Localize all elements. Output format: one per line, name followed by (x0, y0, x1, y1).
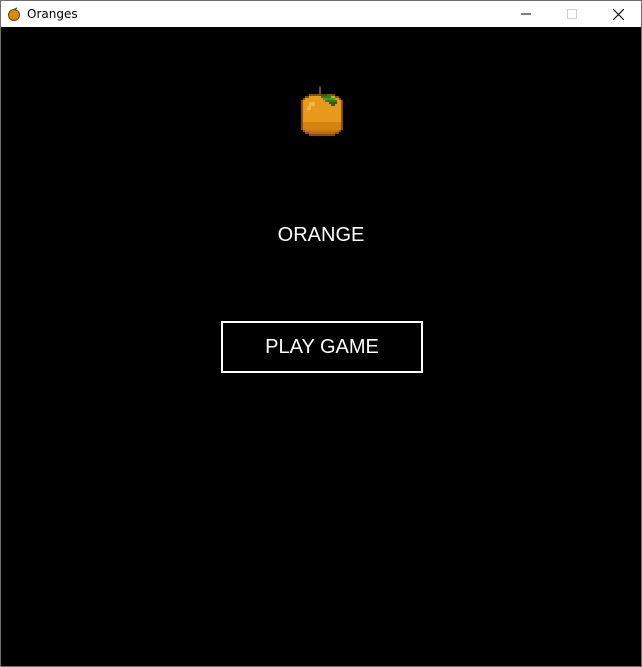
app-window: Oranges ORANGE PLAY GAME (0, 0, 642, 667)
maximize-icon (567, 9, 577, 19)
close-icon (612, 8, 624, 20)
maximize-button[interactable] (549, 1, 595, 27)
play-game-button[interactable]: PLAY GAME (221, 321, 423, 373)
orange-sprite-icon (301, 86, 343, 136)
orange-icon (8, 7, 20, 21)
title-bar[interactable]: Oranges (1, 1, 641, 27)
close-button[interactable] (595, 1, 641, 27)
minimize-button[interactable] (503, 1, 549, 27)
minimize-icon (521, 13, 531, 15)
window-title: Oranges (27, 7, 78, 21)
game-title: ORANGE (277, 224, 365, 246)
game-canvas[interactable]: ORANGE PLAY GAME (1, 27, 641, 666)
